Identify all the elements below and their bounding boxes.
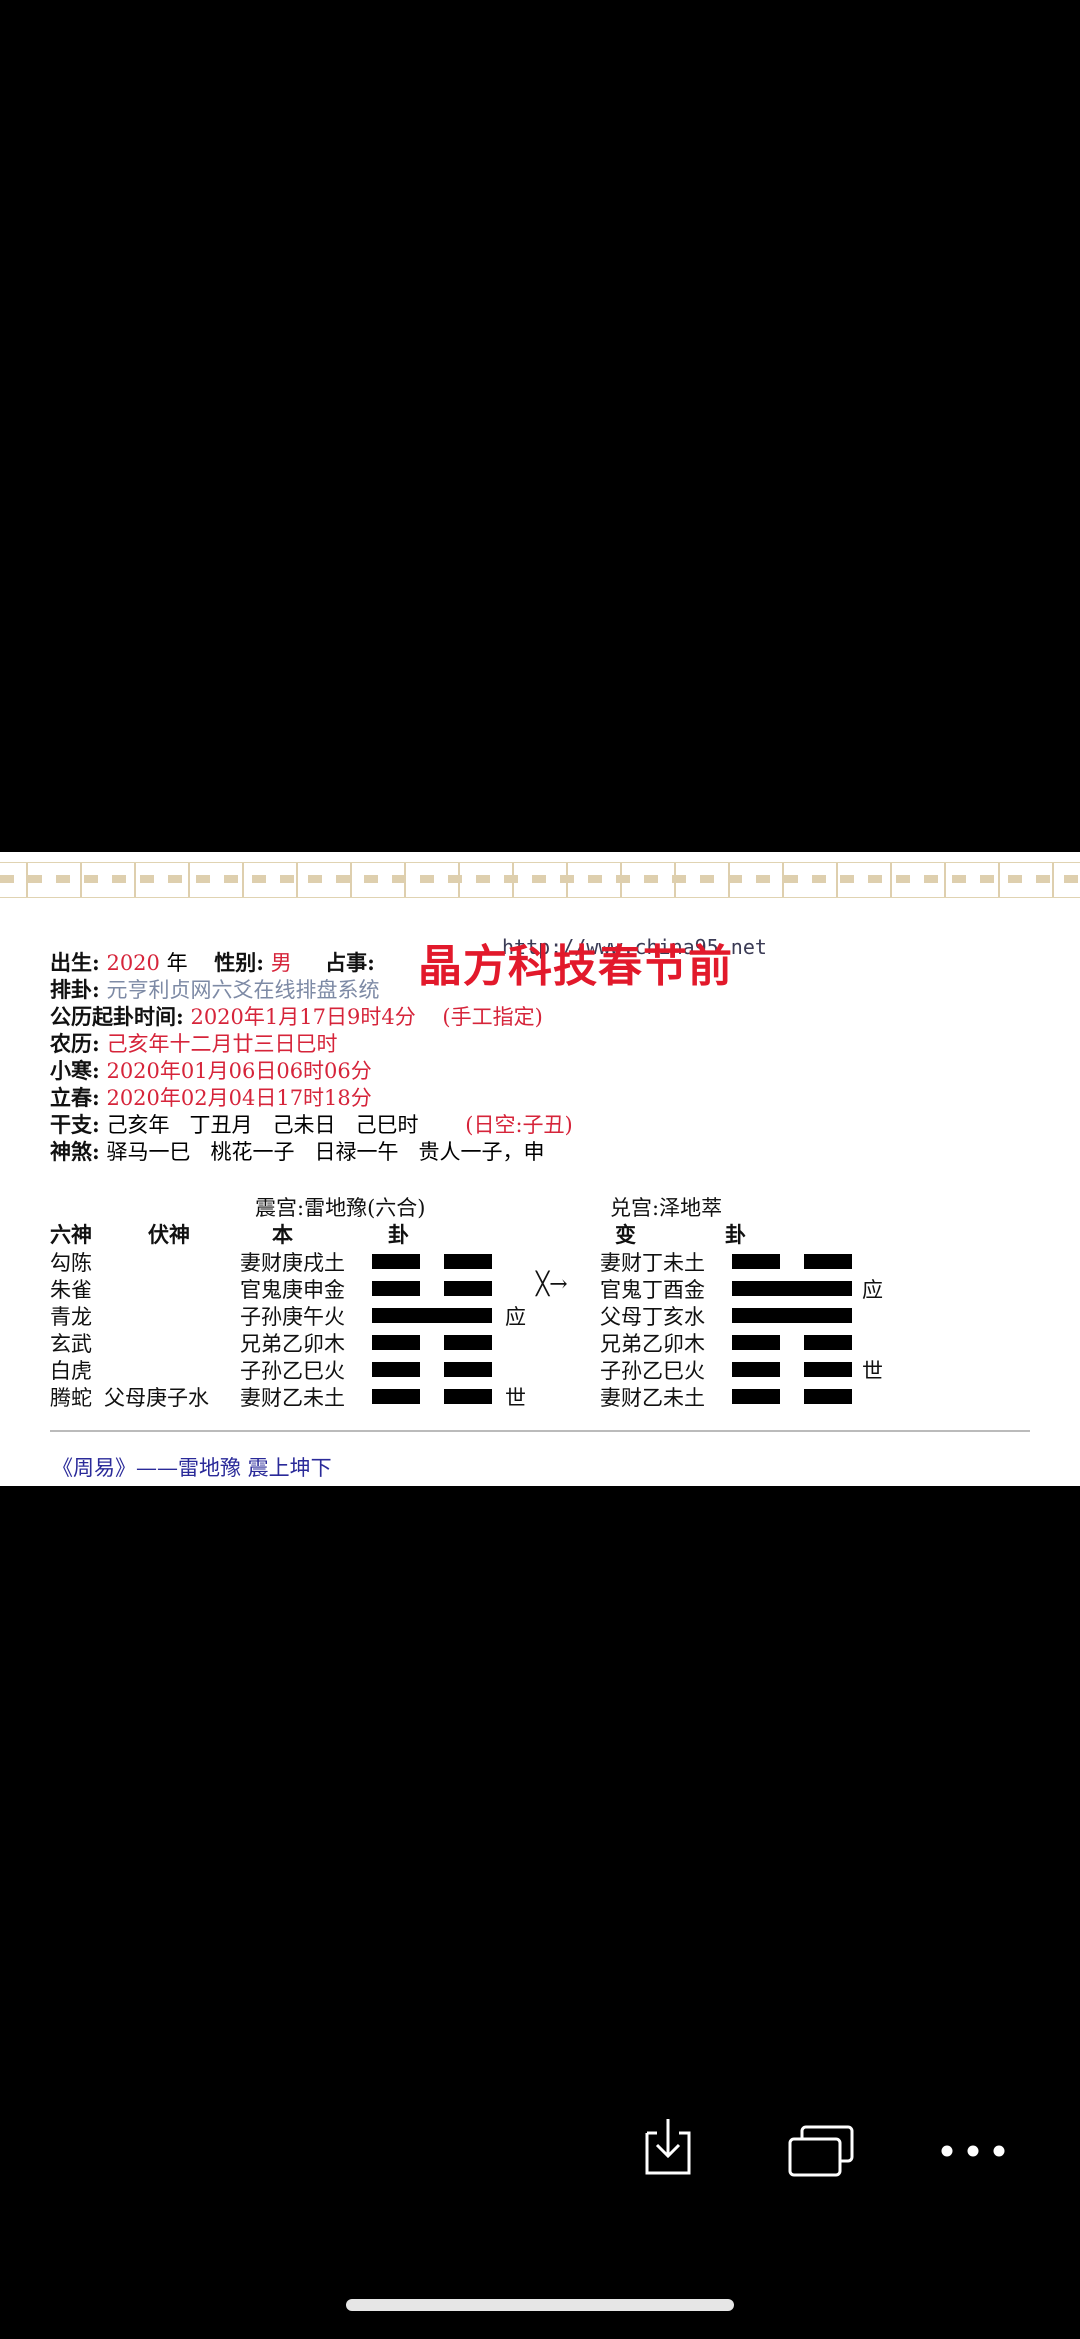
birth-label: 出生: <box>50 950 100 975</box>
shensha-yima: 驿马一巳 <box>106 1140 191 1164</box>
ben-gua-title: 震宫:雷地豫(六合) <box>255 1196 426 1220</box>
ganzhi-month: 丁丑月 <box>189 1113 253 1137</box>
xiaohan-value: 2020年01月06日06时06分 <box>106 1059 372 1083</box>
ganzhi-hour: 己巳时 <box>355 1113 419 1137</box>
row-bian-yao: 官鬼丁酉金 <box>600 1278 705 1302</box>
more-icon[interactable] <box>940 2143 1006 2157</box>
paipan-label: 排卦: <box>50 977 100 1002</box>
yin-line-left <box>732 1335 780 1350</box>
row-bian-yao: 父母丁亥水 <box>600 1305 705 1329</box>
row-bian-yao: 兄弟乙卯木 <box>600 1332 705 1356</box>
row-ben-mark: 世 <box>505 1386 526 1410</box>
row-ben-yao: 妻财乙未土 <box>240 1386 345 1410</box>
col-gua: 卦 <box>388 1222 409 1247</box>
row-liushen: 腾蛇 <box>50 1386 92 1410</box>
row-bian-mark: 世 <box>862 1359 883 1383</box>
col-fushen: 伏神 <box>148 1222 190 1247</box>
ganzhi-row: 干支: 己亥年 丁丑月 己未日 己巳时 (日空:子丑) <box>50 1109 573 1139</box>
shensha-label: 神煞: <box>50 1139 100 1164</box>
time-value: 2020年1月17日9时4分 <box>190 1005 416 1029</box>
lichun-row: 立春: 2020年02月04日17时18分 <box>50 1082 372 1112</box>
lunar-value: 己亥年十二月廿三日巳时 <box>106 1032 338 1056</box>
row-liushen: 白虎 <box>50 1359 92 1383</box>
yang-line <box>732 1308 852 1323</box>
time-note: (手工指定) <box>442 1005 543 1029</box>
ganzhi-day: 己未日 <box>272 1113 336 1137</box>
yang-line <box>372 1308 492 1323</box>
birth-row: 出生: 2020 年 性别: 男 占事: <box>50 947 375 977</box>
lunar-row: 农历: 己亥年十二月廿三日巳时 <box>50 1028 337 1058</box>
row-ben-mark: 应 <box>505 1305 526 1329</box>
ganzhi-year: 己亥年 <box>106 1113 170 1137</box>
divider <box>50 1430 1030 1432</box>
yin-line-right <box>444 1362 492 1377</box>
fret-border <box>0 862 1080 898</box>
gender-label: 性别: <box>214 950 265 975</box>
yin-line-left <box>372 1389 420 1404</box>
col-gua2: 卦 <box>725 1222 746 1247</box>
yin-line-right <box>804 1389 852 1404</box>
yin-line-right <box>444 1281 492 1296</box>
xiaohan-label: 小寒: <box>50 1058 100 1083</box>
yin-line-right <box>804 1254 852 1269</box>
matter-label: 占事: <box>325 950 375 975</box>
row-bian-mark: 应 <box>862 1278 883 1302</box>
shensha-row: 神煞: 驿马一巳 桃花一子 日禄一午 贵人一子，申 <box>50 1136 545 1166</box>
yang-line <box>732 1281 852 1296</box>
row-ben-yao: 子孙庚午火 <box>240 1305 345 1329</box>
yin-line-right <box>804 1362 852 1377</box>
ganzhi-kong: (日空:子丑) <box>465 1113 573 1137</box>
home-indicator[interactable] <box>346 2299 734 2311</box>
time-label: 公历起卦时间: <box>50 1004 184 1029</box>
row-liushen: 玄武 <box>50 1332 92 1356</box>
lichun-label: 立春: <box>50 1085 100 1110</box>
yin-line-left <box>732 1362 780 1377</box>
download-icon[interactable] <box>641 2115 695 2177</box>
yin-line-left <box>372 1335 420 1350</box>
row-ben-yao: 兄弟乙卯木 <box>240 1332 345 1356</box>
matter-value: 晶方科技春节前 <box>418 941 733 992</box>
shensha-taohua: 桃花一子 <box>210 1140 295 1164</box>
row-bian-yao: 妻财丁未土 <box>600 1251 705 1275</box>
change-arrow: ╳→ <box>536 1272 568 1297</box>
year-unit: 年 <box>166 951 188 975</box>
shensha-guiren: 贵人一子，申 <box>418 1140 545 1164</box>
yin-line-left <box>372 1362 420 1377</box>
row-bian-yao: 妻财乙未土 <box>600 1386 705 1410</box>
col-liushen: 六神 <box>50 1222 92 1247</box>
gender-value: 男 <box>270 951 292 975</box>
yin-line-right <box>444 1254 492 1269</box>
yin-line-right <box>444 1335 492 1350</box>
col-ben: 本 <box>272 1222 293 1247</box>
birth-year: 2020 <box>106 951 160 975</box>
image-card: 出生: 2020 年 性别: 男 占事: 排卦: 元亨利贞网六爻在线排盘系统 h… <box>0 852 1080 1486</box>
yin-line-left <box>372 1281 420 1296</box>
yin-line-right <box>444 1389 492 1404</box>
lichun-value: 2020年02月04日17时18分 <box>106 1086 372 1110</box>
bian-gua-title: 兑宫:泽地萃 <box>610 1196 723 1220</box>
row-ben-yao: 妻财庚戌土 <box>240 1251 345 1275</box>
xiaohan-row: 小寒: 2020年01月06日06时06分 <box>50 1055 372 1085</box>
row-ben-yao: 官鬼庚申金 <box>240 1278 345 1302</box>
windows-icon[interactable] <box>786 2123 856 2179</box>
yin-line-right <box>804 1335 852 1350</box>
col-bian: 变 <box>615 1222 636 1247</box>
ganzhi-label: 干支: <box>50 1112 100 1137</box>
time-row: 公历起卦时间: 2020年1月17日9时4分 (手工指定) <box>50 1001 543 1031</box>
row-liushen: 朱雀 <box>50 1278 92 1302</box>
paipan-system: 元亨利贞网六爻在线排盘系统 <box>106 978 380 1002</box>
row-liushen: 青龙 <box>50 1305 92 1329</box>
yin-line-left <box>732 1254 780 1269</box>
row-fushen: 父母庚子水 <box>104 1386 209 1410</box>
yin-line-left <box>732 1389 780 1404</box>
yin-line-left <box>372 1254 420 1269</box>
row-liushen: 勾陈 <box>50 1251 92 1275</box>
row-ben-yao: 子孙乙巳火 <box>240 1359 345 1383</box>
lunar-label: 农历: <box>50 1031 100 1056</box>
paipan-row: 排卦: 元亨利贞网六爻在线排盘系统 <box>50 974 379 1004</box>
shensha-rilu: 日禄一午 <box>314 1140 399 1164</box>
row-bian-yao: 子孙乙巳火 <box>600 1359 705 1383</box>
book-reference: 《周易》——雷地豫 震上坤下 <box>52 1456 332 1480</box>
